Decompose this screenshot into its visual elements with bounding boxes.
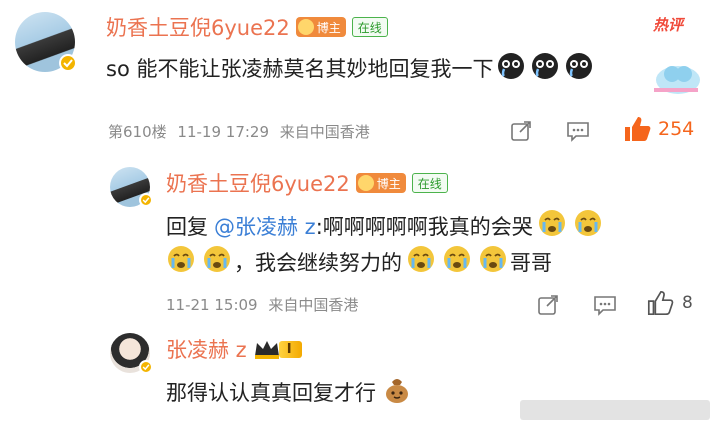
comment-source: 来自中国香港 <box>279 123 370 141</box>
level-label: I <box>278 340 302 358</box>
crying-emoji-icon <box>442 244 472 279</box>
crown-icon <box>254 341 279 359</box>
reply-text-line1: :啊啊啊啊啊我真的会哭 <box>315 214 533 239</box>
like-button[interactable]: 254 <box>622 114 694 144</box>
verified-badge-icon <box>59 54 77 72</box>
thumbs-up-icon <box>647 290 674 316</box>
crying-emoji-icon <box>166 244 196 279</box>
reply-text-line2-end: 哥哥 <box>510 250 552 275</box>
online-badge: 在线 <box>351 17 388 37</box>
share-icon <box>538 295 558 315</box>
blogger-badge-label: 博主 <box>376 176 401 191</box>
verified-badge-icon <box>139 360 153 374</box>
comment-username[interactable]: 奶香土豆倪6yue22 <box>106 12 290 42</box>
reply-source: 来自中国香港 <box>268 296 359 314</box>
money-bag-emoji-icon <box>382 374 412 409</box>
fan-badge-sticker <box>648 56 704 96</box>
share-icon <box>511 121 531 141</box>
share-button[interactable] <box>537 294 559 320</box>
reply-prefix: 回复 <box>166 214 208 239</box>
online-badge: 在线 <box>411 173 448 193</box>
reply-datetime: 11-21 15:09 <box>166 296 258 314</box>
crying-emoji-icon <box>478 244 508 279</box>
crying-emoji-icon <box>406 244 436 279</box>
comment-button[interactable] <box>593 294 617 320</box>
like-count: 8 <box>682 293 693 313</box>
like-button[interactable]: 8 <box>646 289 693 317</box>
blogger-badge-label: 博主 <box>316 20 341 35</box>
reply-text: 那得认认真真回复才行 <box>166 380 376 405</box>
crown-icon <box>297 19 314 35</box>
thumbs-up-icon <box>625 117 651 141</box>
reply-username[interactable]: 奶香土豆倪6yue22 <box>166 168 350 198</box>
reply-username[interactable]: 张凌赫 z <box>166 334 247 364</box>
comment-icon <box>567 122 589 142</box>
comment-icon <box>594 296 616 316</box>
comment-datetime: 11-19 17:29 <box>177 123 270 141</box>
verified-badge-icon <box>139 193 153 207</box>
level-badge: I <box>253 338 302 360</box>
comment-text: so 能不能让张凌赫莫名其妙地回复我一下 <box>106 57 494 81</box>
blurred-region <box>520 400 710 420</box>
crying-emoji-icon <box>202 244 232 279</box>
reply-text-line2: ，我会继续努力的 <box>234 250 402 275</box>
crying-emoji-icon <box>573 208 603 243</box>
comment-floor: 第610楼 <box>108 123 167 141</box>
share-button[interactable] <box>510 120 532 146</box>
crying-emoji-icon <box>537 208 567 243</box>
hot-comment-label: 热评 <box>653 16 684 34</box>
crying-emoji-icon <box>565 52 593 84</box>
crown-icon <box>357 175 374 191</box>
comment-button[interactable] <box>566 120 590 146</box>
blogger-badge: 博主 <box>295 17 346 37</box>
blogger-badge: 博主 <box>355 173 406 193</box>
crying-emoji-icon <box>497 52 525 84</box>
mention-link[interactable]: @张凌赫 z <box>214 211 316 241</box>
like-count: 254 <box>658 118 695 140</box>
crying-emoji-icon <box>531 52 559 84</box>
